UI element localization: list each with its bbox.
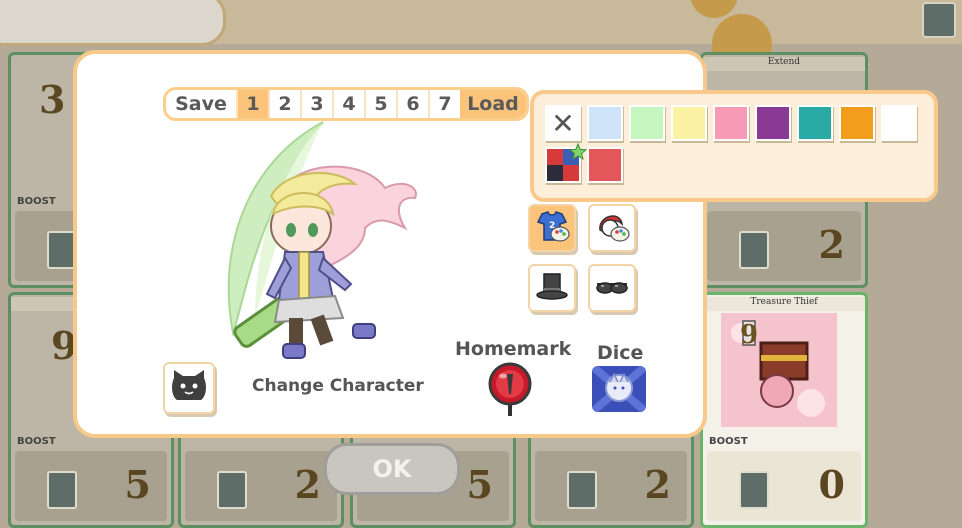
boost-label: BOOST [709, 436, 748, 447]
card-level: 3 [39, 77, 66, 122]
card-number: 2 [644, 462, 671, 507]
cat-face-icon [169, 366, 209, 410]
change-character-label: Change Character [252, 376, 424, 396]
slot-3-button[interactable]: 3 [300, 90, 332, 118]
sunglasses-icon [594, 268, 630, 308]
head-palette-icon [594, 208, 630, 248]
boost-label: BOOST [17, 436, 56, 447]
random-color-swatch[interactable] [545, 143, 587, 183]
hair-color-button[interactable] [588, 204, 636, 252]
top-left-panel [0, 0, 226, 46]
save-slot-bar: Save 1 2 3 4 5 6 7 Load [163, 87, 529, 121]
card-title: Treasure Thief [703, 297, 865, 311]
card-pile-icon [567, 471, 597, 509]
slot-2-button[interactable]: 2 [268, 90, 300, 118]
random-cell [547, 149, 563, 165]
homemark-pin-icon[interactable] [486, 362, 534, 418]
homemark-label: Homemark [455, 338, 572, 360]
color-swatch[interactable] [713, 105, 749, 141]
card-level: 9 [740, 320, 758, 350]
glasses-button[interactable] [588, 264, 636, 312]
top-hat-icon [534, 268, 570, 308]
svg-text:2: 2 [549, 221, 555, 231]
treasure-thief-card[interactable]: Treasure Thief 9 BOOST 0 [700, 292, 868, 528]
no-color-swatch[interactable]: ✕ [545, 105, 581, 141]
card-pile-icon [739, 471, 769, 509]
color-swatch[interactable] [587, 147, 623, 183]
card-art: 9 [721, 313, 837, 427]
card-number: 5 [466, 462, 493, 507]
save-button[interactable]: Save [166, 90, 236, 118]
color-swatch[interactable] [629, 105, 665, 141]
deck-icon[interactable] [922, 2, 956, 38]
color-swatch[interactable] [881, 105, 917, 141]
color-swatch[interactable] [587, 105, 623, 141]
card-pile-icon [739, 231, 769, 269]
card-pile-icon [47, 471, 77, 509]
color-swatch[interactable] [797, 105, 833, 141]
boost-label: BOOST [17, 196, 56, 207]
shirt-palette-icon: 2 [534, 208, 570, 248]
slot-1-button[interactable]: 1 [236, 90, 268, 118]
outfit-color-button[interactable]: 2 [528, 204, 576, 252]
card-pile-icon [217, 471, 247, 509]
load-button[interactable]: Load [460, 90, 526, 118]
slot-5-button[interactable]: 5 [364, 90, 396, 118]
card-title: Extend [703, 57, 865, 71]
slot-7-button[interactable]: 7 [428, 90, 460, 118]
slot-4-button[interactable]: 4 [332, 90, 364, 118]
random-cell [563, 165, 579, 181]
card-number: 2 [818, 222, 845, 267]
change-character-button[interactable] [163, 362, 215, 414]
random-cell [547, 165, 563, 181]
character-preview [215, 118, 425, 363]
ok-button[interactable]: OK [324, 443, 460, 495]
dice-label: Dice [597, 342, 644, 364]
color-swatch[interactable] [671, 105, 707, 141]
hat-button[interactable] [528, 264, 576, 312]
slot-6-button[interactable]: 6 [396, 90, 428, 118]
card-number: 2 [294, 462, 321, 507]
color-swatch[interactable] [755, 105, 791, 141]
color-swatch[interactable] [839, 105, 875, 141]
dice-icon[interactable] [592, 366, 646, 412]
card-number: 0 [818, 462, 845, 507]
card-number: 5 [124, 462, 151, 507]
star-icon [569, 143, 587, 161]
